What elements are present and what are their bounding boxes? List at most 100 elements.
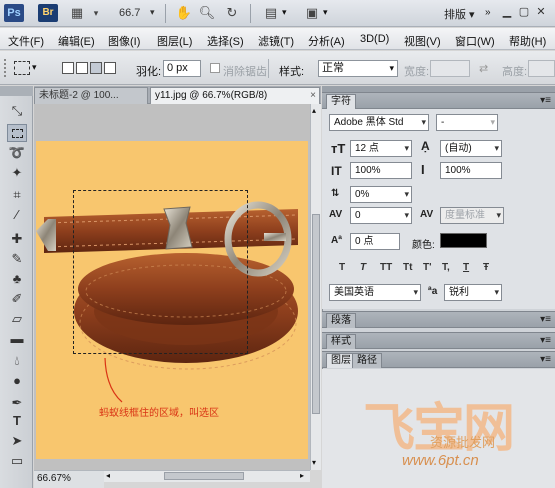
antialias-method-select[interactable]: 锐利 ▾ — [444, 284, 502, 301]
panel-menu-icon[interactable]: ▾≡ — [540, 312, 551, 327]
horizontal-scroll-thumb[interactable] — [164, 472, 244, 480]
gradient-tool-icon[interactable]: ▬ — [7, 330, 27, 348]
menu-select[interactable]: 选择(S) — [207, 33, 244, 49]
strikethrough-button[interactable]: Ŧ — [483, 262, 489, 273]
film-icon[interactable]: ▦ — [68, 5, 86, 21]
panel-menu-icon[interactable]: ▾≡ — [540, 93, 551, 108]
tab-untitled-2[interactable]: 未标题-2 @ 100... — [34, 87, 148, 104]
vertical-scrollbar[interactable]: ▴ ▾ — [310, 104, 321, 470]
chevron-down-icon[interactable]: ▾ — [32, 62, 37, 73]
double-chevron-icon[interactable]: » — [485, 7, 491, 18]
screen-mode-icon[interactable]: ▣ — [303, 5, 321, 21]
history-brush-tool-icon[interactable]: ✐ — [7, 290, 27, 308]
chevron-down-icon[interactable]: ▾ — [282, 7, 287, 18]
all-caps-button[interactable]: TT — [380, 262, 392, 273]
horizontal-scale-input[interactable]: 100% — [440, 162, 502, 179]
eraser-tool-icon[interactable]: ▱ — [7, 310, 27, 328]
scroll-left-icon[interactable]: ◂ — [106, 471, 110, 480]
menu-layer[interactable]: 图层(L) — [157, 33, 192, 49]
crop-tool-icon[interactable]: ⌗ — [7, 186, 27, 204]
subscript-button[interactable]: T, — [442, 262, 450, 273]
rotate-view-icon[interactable]: ↻ — [223, 5, 241, 21]
move-tool-icon[interactable]: ⤡ — [7, 102, 27, 120]
maximize-icon[interactable]: ▢ — [516, 4, 532, 20]
intersect-selection-icon[interactable] — [104, 62, 116, 74]
menu-help[interactable]: 帮助(H) — [509, 33, 546, 49]
faux-bold-button[interactable]: T — [339, 262, 345, 273]
font-style-select[interactable]: - ▾ — [436, 114, 498, 131]
tracking-select[interactable]: 0 ▾ — [350, 207, 412, 224]
zoom-status-field[interactable]: 66.67% — [37, 473, 71, 484]
vertical-scroll-thumb[interactable] — [312, 214, 320, 414]
chevron-down-icon[interactable]: ▾ — [87, 5, 105, 21]
menu-filter[interactable]: 滤镜(T) — [258, 33, 294, 49]
font-size-select[interactable]: 12 点 ▾ — [350, 140, 412, 157]
eyedropper-tool-icon[interactable]: ⁄ — [7, 206, 27, 224]
kerning-select[interactable]: 度量标准 ▾ — [440, 207, 504, 224]
feather-input[interactable]: 0 px — [163, 60, 201, 77]
tab-character[interactable]: 字符 — [326, 94, 356, 109]
shape-tool-icon[interactable]: ▭ — [7, 452, 27, 470]
vertical-scale-input[interactable]: 100% — [350, 162, 412, 179]
rect-marquee-preset-icon[interactable] — [14, 61, 30, 75]
zoom-level-dropdown[interactable]: 66.7 — [119, 7, 140, 19]
tsume-select[interactable]: 0% ▾ — [350, 186, 412, 203]
language-select[interactable]: 美国英语 ▾ — [329, 284, 421, 301]
pen-tool-icon[interactable]: ✒ — [7, 394, 27, 412]
faux-italic-button[interactable]: T — [360, 262, 366, 273]
path-selection-tool-icon[interactable]: ➤ — [7, 432, 27, 450]
brush-tool-icon[interactable]: ✎ — [7, 250, 27, 268]
healing-brush-tool-icon[interactable]: ✚ — [7, 230, 27, 248]
lasso-tool-icon[interactable]: ➰ — [7, 144, 27, 162]
tab-paths[interactable]: 路径 — [352, 353, 382, 368]
menu-analysis[interactable]: 分析(A) — [308, 33, 345, 49]
small-caps-button[interactable]: Tt — [403, 262, 412, 273]
leading-select[interactable]: (自动) ▾ — [440, 140, 502, 157]
workspace-switcher[interactable]: 排版 ▾ — [444, 6, 475, 22]
tools-panel-header[interactable] — [0, 86, 33, 96]
minimize-icon[interactable]: ▁ — [499, 4, 515, 20]
tab-styles[interactable]: 样式 — [326, 334, 356, 349]
chevron-down-icon[interactable]: ▾ — [323, 7, 328, 18]
scroll-up-icon[interactable]: ▴ — [312, 106, 316, 115]
arrange-documents-icon[interactable]: ▤ — [262, 5, 280, 21]
menu-image[interactable]: 图像(I) — [108, 33, 140, 49]
panel-menu-icon[interactable]: ▾≡ — [540, 352, 551, 367]
width-input[interactable] — [430, 60, 470, 77]
marquee-selection[interactable] — [73, 190, 248, 354]
type-tool-icon[interactable]: T — [7, 412, 27, 430]
gripper[interactable] — [4, 59, 8, 77]
new-selection-icon[interactable] — [62, 62, 74, 74]
close-icon[interactable]: × — [310, 88, 316, 104]
bridge-button[interactable]: Br — [38, 4, 58, 22]
scroll-right-icon[interactable]: ▸ — [300, 471, 304, 480]
swap-icon[interactable]: ⇄ — [479, 62, 488, 75]
style-select[interactable]: 正常 ▾ — [318, 60, 398, 77]
tab-paragraph[interactable]: 段落 — [326, 313, 356, 328]
magic-wand-tool-icon[interactable]: ✦ — [7, 164, 27, 182]
horizontal-scrollbar[interactable]: ◂ ▸ — [104, 470, 310, 482]
superscript-button[interactable]: T' — [423, 262, 432, 273]
font-family-select[interactable]: Adobe 黑体 Std ▾ — [329, 114, 429, 131]
panel-menu-icon[interactable]: ▾≡ — [540, 333, 551, 348]
menu-view[interactable]: 视图(V) — [404, 33, 441, 49]
close-icon[interactable]: ✕ — [533, 4, 549, 20]
menu-window[interactable]: 窗口(W) — [455, 33, 495, 49]
add-to-selection-icon[interactable] — [76, 62, 88, 74]
tab-y11-jpg[interactable]: y11.jpg @ 66.7%(RGB/8) × — [150, 87, 320, 104]
menu-3d[interactable]: 3D(D) — [360, 33, 389, 45]
chevron-down-icon[interactable]: ▾ — [150, 7, 155, 18]
menu-file[interactable]: 文件(F) — [8, 33, 44, 49]
scroll-down-icon[interactable]: ▾ — [312, 458, 316, 467]
rect-marquee-tool-icon[interactable] — [7, 124, 27, 142]
menu-edit[interactable]: 编辑(E) — [58, 33, 95, 49]
text-color-swatch[interactable] — [440, 233, 487, 248]
clone-stamp-tool-icon[interactable]: ♣ — [7, 270, 27, 288]
subtract-selection-icon[interactable] — [90, 62, 102, 74]
hand-icon[interactable]: ✋ — [175, 5, 193, 21]
baseline-shift-input[interactable]: 0 点 — [350, 233, 400, 250]
antialias-checkbox[interactable] — [210, 63, 220, 73]
dodge-tool-icon[interactable]: ● — [7, 372, 27, 390]
underline-button[interactable]: T — [463, 262, 469, 273]
blur-tool-icon[interactable]: 💧︎ — [7, 352, 27, 370]
